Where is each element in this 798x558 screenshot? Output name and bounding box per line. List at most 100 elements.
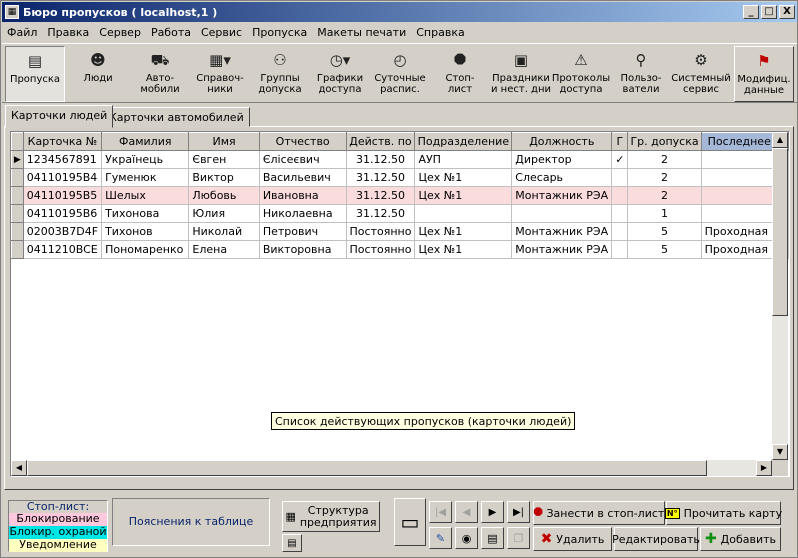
tab-people-cards[interactable]: Карточки людей: [5, 105, 114, 128]
add-to-stoplist-button[interactable]: ⯃ Занести в стоп-лист: [533, 501, 665, 525]
toolbar-passes-button[interactable]: ▤ Пропуска: [5, 46, 65, 102]
toolbar-modified-button[interactable]: ⚑ Модифиц. данные: [734, 46, 794, 102]
toolbar-system-button[interactable]: ⚙ Системный сервис: [670, 46, 732, 102]
toolbar-users-button[interactable]: ⚲ Пользо- ватели: [614, 46, 668, 102]
scroll-down-icon[interactable]: ▼: [772, 444, 788, 460]
people-icon: ☻: [90, 51, 106, 69]
menu-edit[interactable]: Правка: [42, 26, 94, 39]
toolbar-schedule-button[interactable]: ◷▾ Графики доступа: [312, 46, 368, 102]
car-icon: ⛟: [150, 51, 170, 69]
table-row[interactable]: ▶ 1234567891 Украïнець Євген Єлісеєвич 3…: [11, 150, 789, 169]
menu-service[interactable]: Сервис: [196, 26, 247, 39]
toolbar-daily-label: Суточные распис.: [374, 73, 426, 95]
cell-surname: Тихонов: [101, 222, 190, 241]
toolbar-daily-button[interactable]: ◴ Суточные распис.: [372, 46, 428, 102]
eye-icon: ◉: [461, 531, 472, 545]
maximize-button[interactable]: □: [761, 5, 777, 19]
vertical-scroll-thumb[interactable]: [772, 148, 788, 316]
add-label: Добавить: [720, 532, 777, 546]
cell-valid-until: Постоянно: [346, 222, 416, 241]
toolbar-people-button[interactable]: ☻ Люди: [70, 46, 126, 102]
print-button[interactable]: ▤: [481, 527, 504, 549]
toolbar: ▤ Пропуска ☻ Люди ⛟ Авто- мобили ▦▾ Спра…: [2, 43, 797, 103]
add-button[interactable]: ✚ Добавить: [700, 527, 781, 551]
prev-record-button[interactable]: ◀: [455, 501, 478, 523]
prev-icon: ◀: [462, 506, 471, 518]
cell-valid-until: 31.12.50: [346, 204, 416, 223]
menu-print-layouts[interactable]: Макеты печати: [312, 26, 411, 39]
horizontal-scroll-thumb[interactable]: [27, 460, 707, 476]
cell-surname: Пономаренко: [101, 240, 190, 259]
plus-icon: ✚: [704, 531, 717, 547]
table-row[interactable]: 04110195B6 Тихонова Юлия Николаевна 31.1…: [11, 204, 789, 223]
menu-passes[interactable]: Пропуска: [247, 26, 312, 39]
scroll-left-icon[interactable]: ◀: [11, 460, 27, 476]
horizontal-scrollbar[interactable]: ◀ ▶: [11, 460, 772, 476]
menu-file[interactable]: Файл: [2, 26, 42, 39]
cell-surname: Гуменюк: [101, 168, 190, 187]
header-patronymic[interactable]: Отчество: [258, 132, 347, 151]
card-reader-button[interactable]: ▭: [394, 498, 426, 546]
cell-card-number: 04110195B4: [23, 168, 103, 187]
cell-position: Слесарь: [511, 168, 613, 187]
vertical-scrollbar[interactable]: ▲ ▼: [772, 132, 788, 460]
toolbar-passes-label: Пропуска: [9, 74, 61, 85]
toolbar-cars-button[interactable]: ⛟ Авто- мобили: [132, 46, 188, 102]
toolbar-reference-button[interactable]: ▦▾ Справоч- ники: [192, 46, 248, 102]
cell-department: Цех №1: [414, 168, 513, 187]
table-row[interactable]: 02003B7D4F Тихонов Николай Петрович Пост…: [11, 222, 789, 241]
table-row[interactable]: 0411210BCE Пономаренко Елена Викторовна …: [11, 240, 789, 259]
title-bar[interactable]: ▦ Бюро пропусков ( localhost,1 ) _ □ X: [2, 2, 797, 22]
add-to-stoplist-label: Занести в стоп-лист: [546, 506, 665, 520]
cell-department: Цех №1: [414, 222, 513, 241]
scroll-right-icon[interactable]: ▶: [756, 460, 772, 476]
cell-access-group: 2: [627, 150, 702, 169]
close-button[interactable]: X: [779, 5, 795, 19]
menu-help[interactable]: Справка: [411, 26, 469, 39]
legend-notification: Уведомление: [9, 539, 107, 552]
cell-surname: Шелых: [101, 186, 190, 205]
menu-work[interactable]: Работа: [146, 26, 196, 39]
card-number-icon: N°: [664, 507, 680, 519]
view-button[interactable]: ◉: [455, 527, 478, 549]
cell-position: Монтажник РЭА: [511, 240, 613, 259]
cell-position: Монтажник РЭА: [511, 186, 613, 205]
read-card-button[interactable]: N° Прочитать карту: [664, 501, 782, 525]
delete-button[interactable]: ✖ Удалить: [533, 527, 612, 551]
toolbar-protocol-button[interactable]: ⚠ Протоколы доступа: [552, 46, 610, 102]
copy-button[interactable]: ❐: [507, 527, 530, 549]
scroll-up-icon[interactable]: ▲: [772, 132, 788, 148]
menu-server[interactable]: Сервер: [94, 26, 146, 39]
tab-car-cards[interactable]: Карточки автомобилей: [103, 107, 250, 127]
toolbar-holidays-button[interactable]: ▣ Праздники и нест. дни: [490, 46, 552, 102]
header-name[interactable]: Имя: [188, 132, 260, 151]
minimize-button[interactable]: _: [743, 5, 759, 19]
tool-button[interactable]: ✎: [429, 527, 452, 549]
structure-button[interactable]: ▦ Структура предприятия: [282, 501, 380, 532]
cell-surname: Тихонова: [101, 204, 190, 223]
report-button[interactable]: ▤: [282, 534, 302, 552]
first-record-button[interactable]: |◀: [429, 501, 452, 523]
cell-access-group: 1: [627, 204, 702, 223]
row-indicator: [11, 240, 24, 259]
header-g[interactable]: Г: [611, 132, 629, 151]
users-icon: ⚲: [635, 51, 647, 69]
edit-button[interactable]: Редактировать: [612, 527, 700, 551]
delete-icon: ✖: [540, 531, 553, 547]
toolbar-users-label: Пользо- ватели: [620, 73, 662, 95]
header-position[interactable]: Должность: [511, 132, 613, 151]
last-record-button[interactable]: ▶|: [507, 501, 530, 523]
header-valid-until[interactable]: Действ. по: [345, 132, 416, 151]
toolbar-groups-label: Группы допуска: [258, 73, 302, 95]
next-record-button[interactable]: ▶: [481, 501, 504, 523]
toolbar-stoplist-button[interactable]: ⯃ Стоп- лист: [434, 46, 486, 102]
header-card-number[interactable]: Карточка №: [22, 132, 103, 151]
header-surname[interactable]: Фамилия: [101, 132, 190, 151]
header-access-group[interactable]: Гр. допуска: [627, 132, 702, 151]
row-indicator: ▶: [11, 150, 24, 169]
header-department[interactable]: Подразделение: [414, 132, 513, 151]
table-row[interactable]: 04110195B4 Гуменюк Виктор Васильевич 31.…: [11, 168, 789, 187]
app-icon[interactable]: ▦: [5, 5, 19, 19]
toolbar-groups-button[interactable]: ⚇ Группы допуска: [252, 46, 308, 102]
table-row[interactable]: 04110195B5 Шелых Любовь Ивановна 31.12.5…: [11, 186, 789, 205]
